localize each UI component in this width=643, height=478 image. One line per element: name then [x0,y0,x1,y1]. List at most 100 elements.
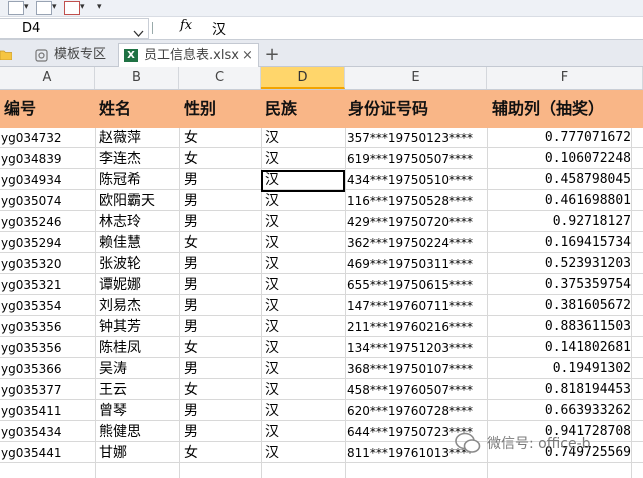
cell-gender[interactable]: 女 [184,338,259,358]
cell-name[interactable]: 欧阳霸天 [99,191,179,211]
cell-id[interactable]: yg034839 [0,149,90,169]
cell-ethnicity[interactable]: 汉 [265,128,340,148]
cell-gender[interactable]: 男 [184,296,259,316]
header-gender[interactable]: 性别 [184,90,216,128]
cell-ethnicity[interactable]: 汉 [265,359,340,379]
cell-lottery-value[interactable]: 0.375359754 [487,275,631,295]
cell-ethnicity[interactable]: 汉 [265,191,340,211]
header-name[interactable]: 姓名 [99,90,131,128]
cell-id-number[interactable]: 434***19750510**** [347,170,487,190]
cell-gender[interactable]: 男 [184,212,259,232]
cell-name[interactable]: 赖佳慧 [99,233,179,253]
cell-lottery-value[interactable]: 0.818194453 [487,380,631,400]
cell-gender[interactable]: 男 [184,254,259,274]
customize-toolbar-icon[interactable]: ▾ [97,2,102,12]
cell-id-number[interactable]: 116***19750528**** [347,191,487,211]
cell-id[interactable]: yg035356 [0,338,90,358]
cell-id[interactable]: yg035246 [0,212,90,232]
cell-id[interactable]: yg034934 [0,170,90,190]
header-id-number[interactable]: 身份证号码 [348,90,428,128]
cell-lottery-value[interactable]: 0.461698801 [487,191,631,211]
cell-ethnicity[interactable]: 汉 [265,422,340,442]
chevron-down-icon[interactable]: ▾ [80,2,85,12]
cell-lottery-value[interactable]: 0.777071672 [487,128,631,148]
cell-name[interactable]: 林志玲 [99,212,179,232]
cell-id[interactable]: yg035294 [0,233,90,253]
cell-ethnicity[interactable]: 汉 [265,233,340,253]
cell-id-number[interactable]: 211***19760216**** [347,317,487,337]
cell-gender[interactable]: 男 [184,401,259,421]
chevron-down-icon[interactable]: ▾ [24,2,29,12]
cell-id[interactable]: yg034732 [0,128,90,148]
cell-lottery-value[interactable]: 0.141802681 [487,338,631,358]
tab-template-zone[interactable]: 模板专区 [0,43,110,66]
cell-id-number[interactable]: 655***19750615**** [347,275,487,295]
cell-name[interactable]: 谭妮娜 [99,275,179,295]
cell-name[interactable]: 李连杰 [99,149,179,169]
cell-name[interactable]: 甘娜 [99,443,179,463]
column-header-a[interactable]: A [0,67,95,89]
cell-gender[interactable]: 男 [184,191,259,211]
cell-id-number[interactable]: 368***19750107**** [347,359,487,379]
cell-lottery-value[interactable]: 0.883611503 [487,317,631,337]
cell-gender[interactable]: 男 [184,275,259,295]
cell-id-number[interactable]: 619***19750507**** [347,149,487,169]
cell-id[interactable]: yg035354 [0,296,90,316]
column-header-c[interactable]: C [179,67,261,89]
new-tab-button[interactable]: + [262,43,282,66]
cell-id[interactable]: yg035434 [0,422,90,442]
cell-name[interactable]: 钟其芳 [99,317,179,337]
cell-name[interactable]: 吴涛 [99,359,179,379]
cell-lottery-value[interactable]: 0.19491302 [487,359,631,379]
cell-lottery-value[interactable]: 0.106072248 [487,149,631,169]
active-cell-selection[interactable] [261,170,345,192]
cell-lottery-value[interactable]: 0.523931203 [487,254,631,274]
header-ethnicity[interactable]: 民族 [265,90,297,128]
screenshot-icon[interactable] [8,1,24,15]
tab-employee-info[interactable]: X 员工信息表.xlsx × [118,43,259,67]
column-header-b[interactable]: B [95,67,179,89]
cell-id[interactable]: yg035366 [0,359,90,379]
cell-gender[interactable]: 女 [184,233,259,253]
cell-name[interactable]: 陈冠希 [99,170,179,190]
cell-gender[interactable]: 女 [184,380,259,400]
cell-name[interactable]: 赵薇萍 [99,128,179,148]
chevron-down-icon[interactable]: ▾ [52,2,57,12]
cell-id-number[interactable]: 469***19750311**** [347,254,487,274]
cell-ethnicity[interactable]: 汉 [265,443,340,463]
cell-id-number[interactable]: 357***19750123**** [347,128,487,148]
close-icon[interactable]: × [242,44,253,67]
insert-function-icon[interactable]: fx [180,18,192,33]
cell-name[interactable]: 张波轮 [99,254,179,274]
chevron-down-icon[interactable] [133,25,144,37]
cell-id-number[interactable]: 458***19760507**** [347,380,487,400]
column-header-f[interactable]: F [487,67,643,89]
formula-input[interactable]: 汉 [212,19,226,39]
print-preview-icon[interactable] [36,1,52,15]
cell-name[interactable]: 陈桂凤 [99,338,179,358]
cell-gender[interactable]: 男 [184,170,259,190]
cell-lottery-value[interactable]: 0.663933262 [487,401,631,421]
cell-ethnicity[interactable]: 汉 [265,317,340,337]
cell-ethnicity[interactable]: 汉 [265,338,340,358]
cell-lottery-value[interactable]: 0.381605672 [487,296,631,316]
cell-gender[interactable]: 女 [184,149,259,169]
header-id[interactable]: 编号 [4,90,36,128]
column-header-d[interactable]: D [261,67,345,89]
column-header-e[interactable]: E [345,67,487,89]
cell-ethnicity[interactable]: 汉 [265,254,340,274]
cell-ethnicity[interactable]: 汉 [265,275,340,295]
cell-lottery-value[interactable]: 0.92718127 [487,212,631,232]
cell-id[interactable]: yg035320 [0,254,90,274]
cell-lottery-value[interactable]: 0.169415734 [487,233,631,253]
cell-id-number[interactable]: 134***19751203**** [347,338,487,358]
cell-id-number[interactable]: 147***19760711**** [347,296,487,316]
header-lottery-helper[interactable]: 辅助列（抽奖） [492,90,604,128]
chart-icon[interactable] [64,1,80,15]
cell-gender[interactable]: 男 [184,359,259,379]
cell-lottery-value[interactable]: 0.458798045 [487,170,631,190]
cell-id-number[interactable]: 362***19750224**** [347,233,487,253]
cell-id[interactable]: yg035411 [0,401,90,421]
cell-name[interactable]: 王云 [99,380,179,400]
cell-gender[interactable]: 女 [184,128,259,148]
